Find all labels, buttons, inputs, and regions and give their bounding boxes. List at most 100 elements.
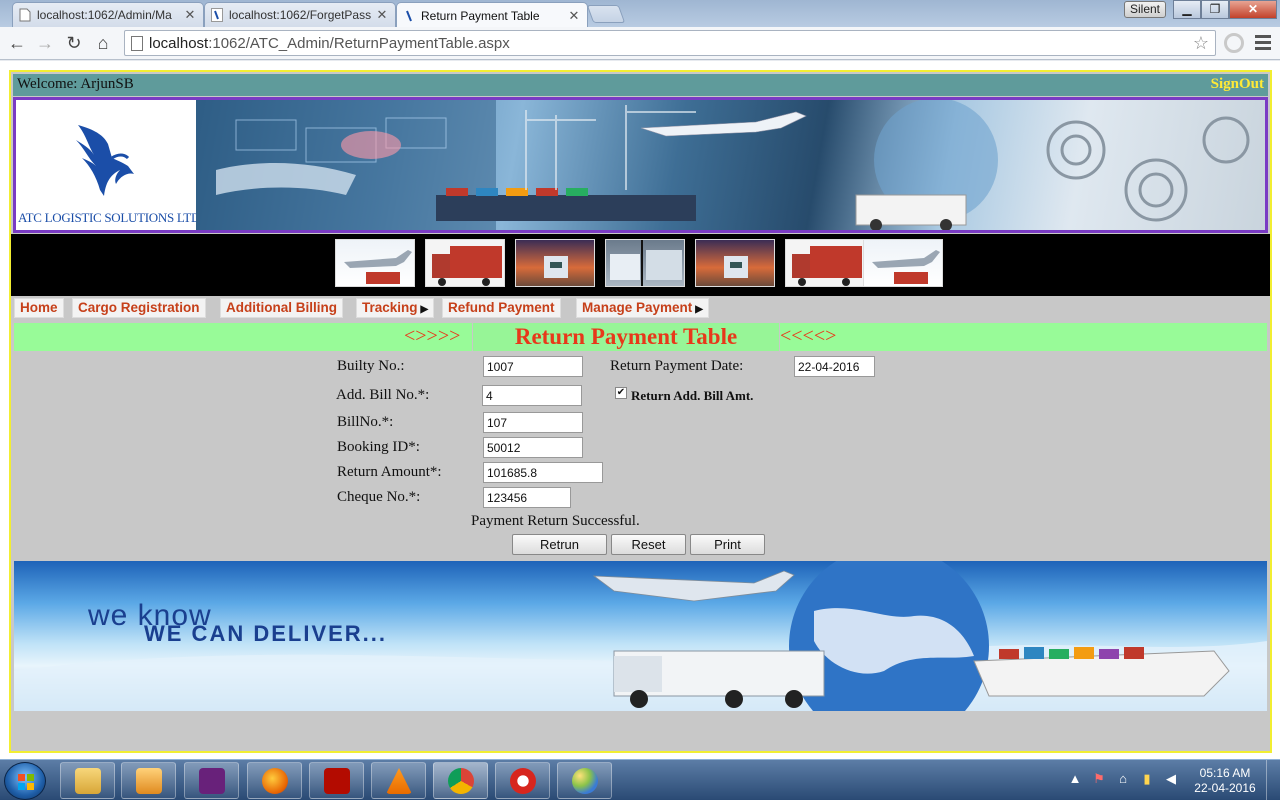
thumb-truck-image [785, 239, 865, 287]
submenu-arrow-icon: ▶ [695, 304, 703, 315]
show-desktop-button[interactable] [1266, 760, 1280, 800]
close-icon[interactable]: ✕ [375, 7, 389, 23]
nav-refund-payment[interactable]: Refund Payment [442, 298, 561, 318]
bookmark-star-icon[interactable]: ☆ [1193, 33, 1209, 54]
thumb-airplane-image [335, 239, 415, 287]
taskbar-chrome[interactable] [433, 762, 488, 799]
footer-banner-image: we know WE CAN DELIVER... [14, 561, 1267, 711]
paint-icon [572, 768, 598, 794]
silent-badge: Silent [1124, 1, 1167, 18]
print-button[interactable]: Print [690, 534, 765, 555]
taskbar-vlc[interactable] [371, 762, 426, 799]
bill-no-input[interactable] [483, 412, 583, 433]
volume-icon[interactable]: ◀ [1164, 772, 1178, 786]
minimize-button[interactable]: ▁ [1173, 0, 1201, 19]
thumb-highway-truck-image [695, 239, 775, 287]
bill-no-label: BillNo.*: [337, 414, 394, 430]
return-date-input[interactable] [794, 356, 875, 377]
page-icon [19, 8, 31, 22]
site-container: Welcome: ArjunSB SignOut ATC LOGISTIC SO… [9, 70, 1272, 753]
close-icon[interactable]: ✕ [567, 8, 581, 24]
return-add-bill-label: Return Add. Bill Amt. [631, 388, 754, 403]
signout-link[interactable]: SignOut [1211, 76, 1264, 93]
chrome-icon [448, 768, 474, 794]
return-date-label: Return Payment Date: [610, 358, 744, 374]
taskbar-paint[interactable] [557, 762, 612, 799]
back-arrow-icon[interactable]: ← [6, 32, 28, 54]
logo-text: ATC LOGISTIC SOLUTIONS LTD., [18, 210, 206, 225]
device-icon[interactable]: ⌂ [1116, 772, 1130, 786]
nav-manage-payment[interactable]: Manage Payment ▶ [576, 298, 709, 318]
taskbar-media-player[interactable] [121, 762, 176, 799]
acrobat-icon [324, 768, 350, 794]
cheque-no-label: Cheque No.*: [337, 489, 421, 505]
taskbar-clock[interactable]: 05:16 AM 22-04-2016 [1190, 766, 1260, 796]
nav-cargo-registration[interactable]: Cargo Registration [72, 298, 206, 318]
atc-favicon-icon [211, 8, 223, 22]
return-button[interactable]: Retrun [512, 534, 607, 555]
return-add-bill-checkbox[interactable]: ✔ [615, 387, 627, 399]
window-close-button[interactable]: ✕ [1229, 0, 1277, 19]
start-button[interactable] [4, 762, 46, 800]
page-viewport: Welcome: ArjunSB SignOut ATC LOGISTIC SO… [0, 61, 1280, 759]
thumb-fleet-image [605, 239, 685, 287]
taskbar-acrobat[interactable] [309, 762, 364, 799]
clock-time: 05:16 AM [1199, 766, 1251, 780]
extension-icon[interactable] [1224, 33, 1244, 53]
browser-tab-forgetpass[interactable]: localhost:1062/ForgetPass ✕ [204, 2, 396, 27]
booking-id-label: Booking ID*: [337, 439, 420, 455]
taskbar-firefox[interactable] [247, 762, 302, 799]
taskbar-explorer[interactable] [60, 762, 115, 799]
add-bill-input[interactable] [482, 385, 582, 406]
media-player-icon [136, 768, 162, 794]
vlc-icon [386, 768, 412, 794]
show-hidden-icons-icon[interactable]: ▲ [1068, 772, 1082, 786]
page-title-bar: <>>>> Return Payment Table <<<<> [14, 323, 1267, 351]
cheque-no-input[interactable] [483, 487, 571, 508]
home-icon[interactable]: ⌂ [92, 32, 114, 54]
windows-taskbar: ▲ ⚑ ⌂ ▮ ◀ 05:16 AM 22-04-2016 [0, 759, 1280, 800]
address-bar[interactable]: localhost:1062/ATC_Admin/ReturnPaymentTa… [124, 30, 1216, 56]
return-payment-form: Builty No.: Return Payment Date: Add. Bi… [11, 352, 1270, 562]
reload-icon[interactable]: ↻ [63, 32, 85, 54]
title-decoration-right: <<<<> [780, 325, 837, 347]
thumb-truck-image [425, 239, 505, 287]
taskbar-ccleaner[interactable] [495, 762, 550, 799]
new-tab-button[interactable] [586, 5, 626, 23]
url-text: localhost:1062/ATC_Admin/ReturnPaymentTa… [149, 35, 510, 52]
browser-tab-admin[interactable]: localhost:1062/Admin/Ma ✕ [12, 2, 204, 27]
company-logo: ATC LOGISTIC SOLUTIONS LTD., [16, 100, 206, 230]
builty-label: Builty No.: [337, 358, 405, 374]
taskbar-visual-studio[interactable] [184, 762, 239, 799]
page-icon [131, 36, 143, 51]
windows-logo-icon [18, 774, 34, 790]
thumb-airplane-image [863, 239, 943, 287]
thumb-highway-truck-image [515, 239, 595, 287]
close-icon[interactable]: ✕ [183, 7, 197, 23]
eagle-logo-icon [76, 125, 134, 196]
booking-id-input[interactable] [483, 437, 583, 458]
maximize-button[interactable]: ❐ [1201, 0, 1229, 19]
clock-date: 22-04-2016 [1194, 781, 1256, 795]
firefox-icon [262, 768, 288, 794]
browser-tabstrip: localhost:1062/Admin/Ma ✕ localhost:1062… [0, 0, 1280, 28]
forward-arrow-icon[interactable]: → [34, 32, 56, 54]
browser-tab-return-payment[interactable]: Return Payment Table ✕ [396, 2, 588, 28]
return-amount-label: Return Amount*: [337, 464, 442, 480]
nav-additional-billing[interactable]: Additional Billing [220, 298, 343, 318]
return-amount-input[interactable] [483, 462, 603, 483]
tab-label: localhost:1062/ForgetPass [229, 8, 372, 22]
welcome-bar: Welcome: ArjunSB SignOut [13, 74, 1268, 96]
folder-icon [75, 768, 101, 794]
welcome-text: Welcome: ArjunSB [17, 76, 134, 92]
reset-button[interactable]: Reset [611, 534, 686, 555]
nav-tracking[interactable]: Tracking ▶ [356, 298, 435, 318]
title-decoration-left: <>>>> [404, 325, 461, 347]
ccleaner-icon [510, 768, 536, 794]
action-center-icon[interactable]: ⚑ [1092, 772, 1106, 786]
atc-favicon-icon [406, 10, 412, 21]
builty-input[interactable] [483, 356, 583, 377]
menu-icon[interactable] [1255, 35, 1271, 53]
network-icon[interactable]: ▮ [1140, 772, 1154, 786]
nav-home[interactable]: Home [14, 298, 64, 318]
